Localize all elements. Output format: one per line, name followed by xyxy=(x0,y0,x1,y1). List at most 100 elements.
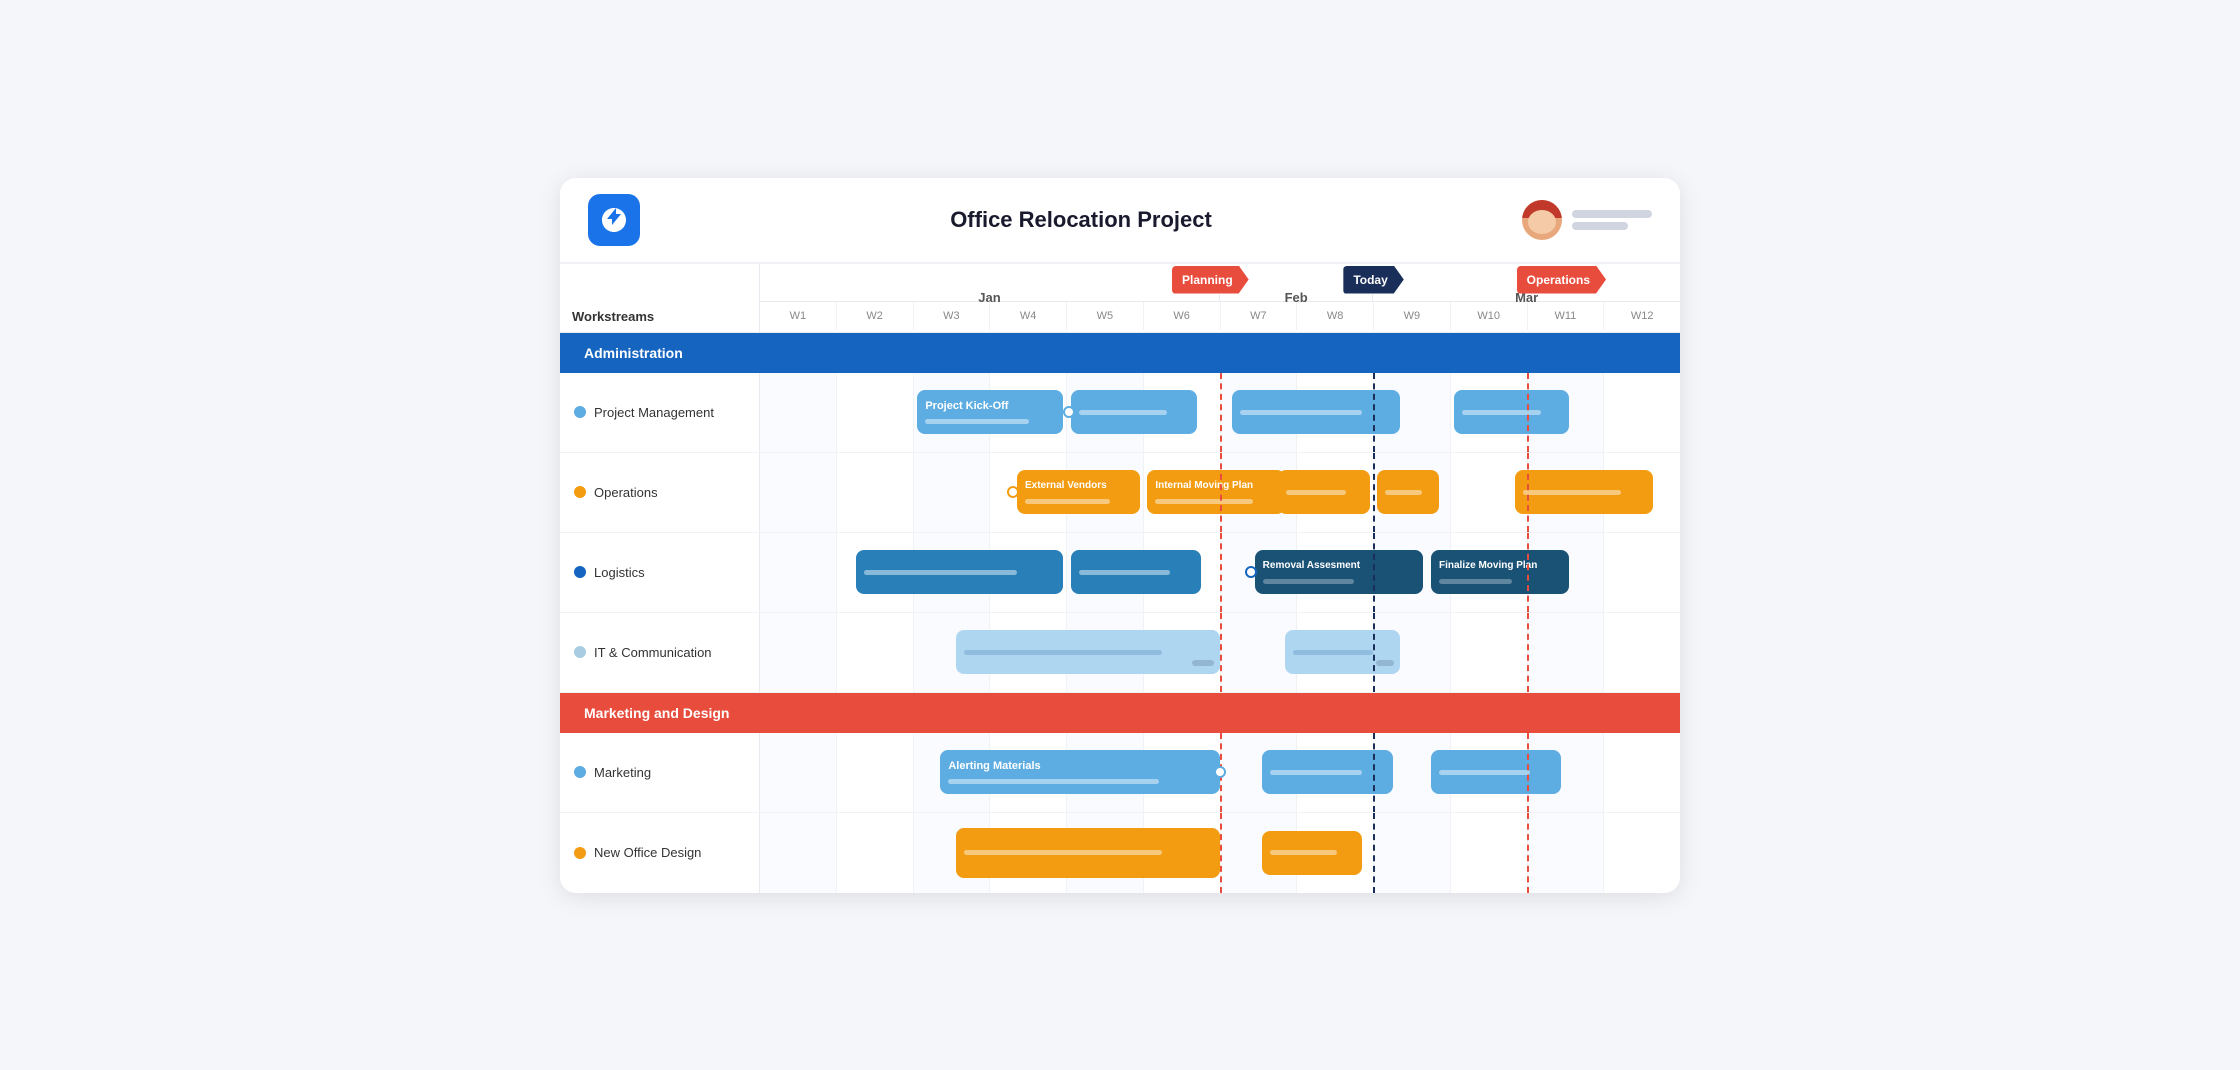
wbg9 xyxy=(1374,813,1451,893)
milestone-removal xyxy=(1245,566,1257,578)
week-w2: W2 xyxy=(837,302,914,330)
gantt-header: Workstreams Planning Today Operations Ja… xyxy=(560,264,1680,333)
bar-inner3 xyxy=(1240,410,1362,415)
bar-inner19 xyxy=(964,850,1163,855)
bar-log2 xyxy=(1071,550,1201,594)
bar-inner xyxy=(925,419,1028,424)
row-operations: Operations External Vendors Internal Mov… xyxy=(560,453,1680,533)
wbg3 xyxy=(914,453,991,532)
week-w10: W10 xyxy=(1451,302,1528,330)
row-label-mkt: Marketing xyxy=(560,733,760,812)
bar-inner13 xyxy=(1439,579,1512,584)
month-mar: Mar xyxy=(1373,294,1680,301)
handle-it1 xyxy=(1192,660,1214,666)
bar-mkt3 xyxy=(1431,750,1561,794)
bar-log1 xyxy=(856,550,1063,594)
bar-inner15 xyxy=(1293,650,1372,655)
wbg1 xyxy=(760,733,837,812)
week-w12: W12 xyxy=(1604,302,1680,330)
flag-operations: Operations xyxy=(1517,266,1606,294)
workstreams-label: Workstreams xyxy=(560,264,760,332)
bar-it1 xyxy=(956,630,1220,674)
logo xyxy=(588,194,640,246)
avatar xyxy=(1522,200,1562,240)
row-project-management: Project Management Project Kick-Off xyxy=(560,373,1680,453)
wbg12 xyxy=(1604,373,1680,452)
wbg12 xyxy=(1604,733,1680,812)
bar-inner9 xyxy=(1523,490,1621,495)
bar-removal: Removal Assesment xyxy=(1255,550,1424,594)
bar-it2 xyxy=(1285,630,1400,674)
week-w6: W6 xyxy=(1144,302,1221,330)
wbg10 xyxy=(1451,813,1528,893)
dot-log xyxy=(574,566,586,578)
row-label-it: IT & Communication xyxy=(560,613,760,692)
bar-pm2 xyxy=(1071,390,1197,434)
gantt-cells-mkt: Alerting Materials xyxy=(760,733,1680,812)
gantt-cells-ops: External Vendors Internal Moving Plan xyxy=(760,453,1680,532)
user-line-2 xyxy=(1572,222,1628,230)
bar-inner8 xyxy=(1385,490,1421,495)
logo-icon xyxy=(598,204,630,236)
weeks-header: Planning Today Operations Jan Feb xyxy=(760,264,1680,332)
month-feb: Feb xyxy=(1220,294,1373,301)
wbg10 xyxy=(1451,613,1528,692)
week-w5: W5 xyxy=(1067,302,1144,330)
flag-planning: Planning xyxy=(1172,266,1249,294)
flag-today: Today xyxy=(1343,266,1403,294)
milestone-kickoff xyxy=(1063,406,1075,418)
row-label-ops: Operations xyxy=(560,453,760,532)
wbg12 xyxy=(1604,533,1680,612)
milestone-ext-vendors xyxy=(1007,486,1019,498)
bar-inner16 xyxy=(948,779,1159,784)
wbg1 xyxy=(760,373,837,452)
bar-inner17 xyxy=(1270,770,1361,775)
gantt-cells-log: Removal Assesment Finalize Moving Plan xyxy=(760,533,1680,612)
wbg2 xyxy=(837,453,914,532)
user-lines xyxy=(1572,210,1652,230)
week-w11: W11 xyxy=(1528,302,1605,330)
wbg2 xyxy=(837,813,914,893)
bar-inner12 xyxy=(1263,579,1355,584)
section-marketing: Marketing and Design xyxy=(560,693,1680,733)
section-administration: Administration xyxy=(560,333,1680,373)
week-w3: W3 xyxy=(914,302,991,330)
wbg1 xyxy=(760,533,837,612)
bar-ops5 xyxy=(1515,470,1653,514)
month-jan: Jan xyxy=(760,294,1220,301)
bar-pm4 xyxy=(1454,390,1569,434)
bar-nod1 xyxy=(956,828,1220,878)
dot-mkt xyxy=(574,766,586,778)
week-w1: W1 xyxy=(760,302,837,330)
wbg2 xyxy=(837,733,914,812)
wbg11 xyxy=(1528,613,1605,692)
row-new-office: New Office Design xyxy=(560,813,1680,893)
bar-kickoff: Project Kick-Off xyxy=(917,390,1062,434)
page-title: Office Relocation Project xyxy=(640,207,1522,233)
dot-ops xyxy=(574,486,586,498)
bar-nod2 xyxy=(1262,831,1362,875)
wbg1 xyxy=(760,453,837,532)
wbg12 xyxy=(1604,813,1680,893)
row-label-log: Logistics xyxy=(560,533,760,612)
avatar-face xyxy=(1528,210,1556,234)
bar-inner2 xyxy=(1079,410,1167,415)
main-container: Office Relocation Project Workstreams Pl… xyxy=(560,178,1680,893)
dot-nod xyxy=(574,847,586,859)
gantt-wrapper: Workstreams Planning Today Operations Ja… xyxy=(560,264,1680,893)
gantt-cells-it xyxy=(760,613,1680,692)
bar-mkt2 xyxy=(1262,750,1392,794)
milestone-alerting xyxy=(1214,766,1226,778)
bar-ops4 xyxy=(1377,470,1438,514)
bar-alerting: Alerting Materials xyxy=(940,750,1220,794)
bar-inner7 xyxy=(1286,490,1347,495)
wbg2 xyxy=(837,613,914,692)
bar-inner11 xyxy=(1079,570,1170,575)
row-logistics: Logistics Removal Assesment xyxy=(560,533,1680,613)
week-w4: W4 xyxy=(990,302,1067,330)
dot-it xyxy=(574,646,586,658)
row-marketing: Marketing Alerting Materials xyxy=(560,733,1680,813)
week-w9: W9 xyxy=(1374,302,1451,330)
bar-inner10 xyxy=(864,570,1017,575)
row-label-pm: Project Management xyxy=(560,373,760,452)
